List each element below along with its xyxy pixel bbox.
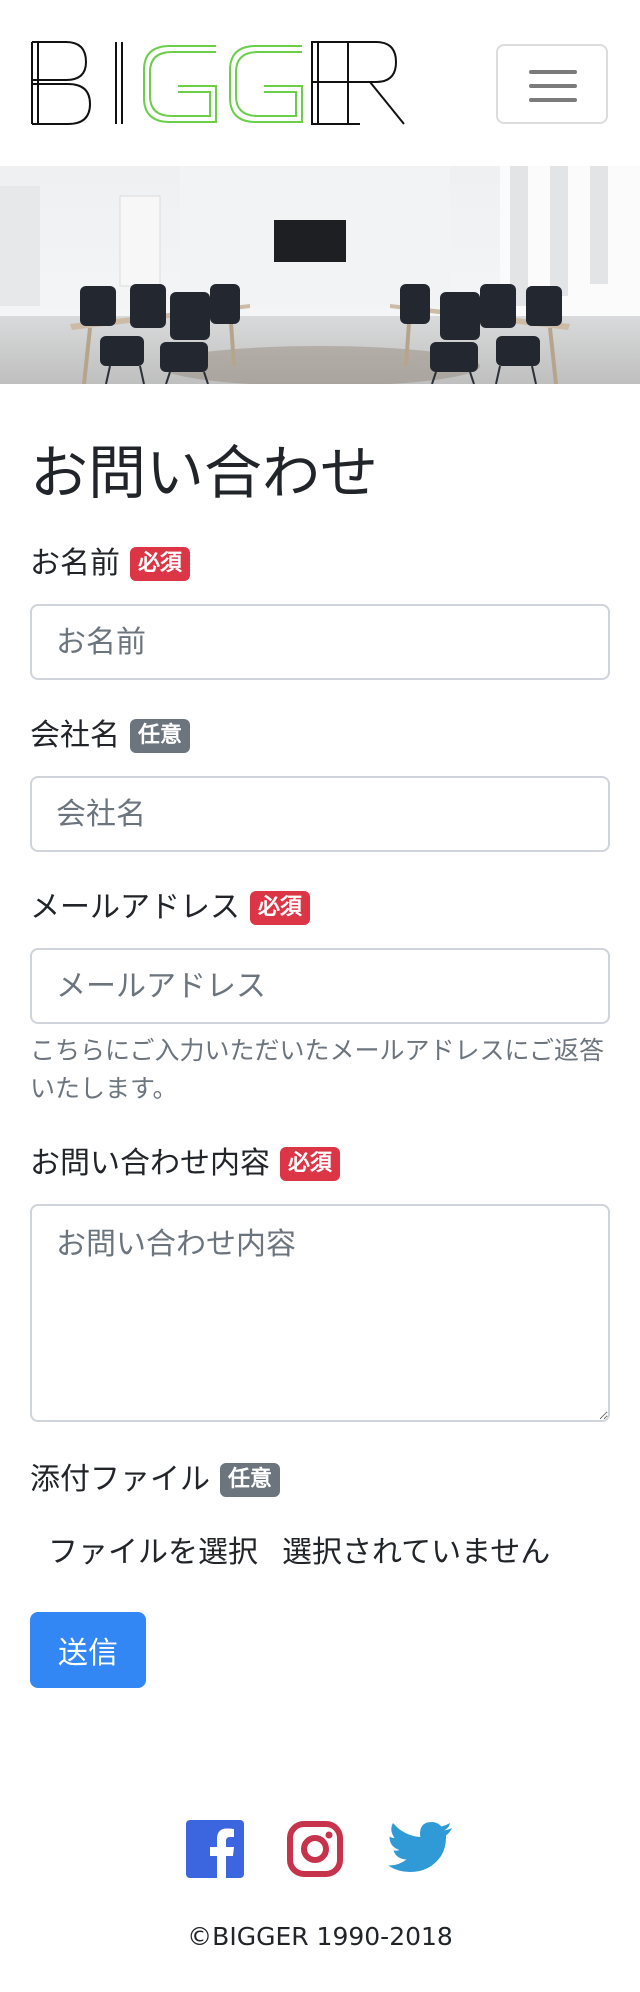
menu-toggle-button[interactable] bbox=[496, 44, 608, 124]
email-input[interactable] bbox=[30, 948, 610, 1024]
name-label: お名前 必須 bbox=[30, 544, 191, 584]
hero-image bbox=[0, 166, 640, 384]
hamburger-icon-line bbox=[529, 70, 577, 74]
attachment-label: 添付ファイル 任意 bbox=[30, 1460, 281, 1500]
email-help-text: こちらにご入力いただいたメールアドレスにご返答いたします。 bbox=[30, 1036, 605, 1103]
page-title: お問い合わせ bbox=[30, 439, 379, 507]
logo-letter-g1 bbox=[143, 45, 217, 123]
logo-letter-g2 bbox=[229, 45, 303, 123]
logo-letter-i bbox=[115, 42, 123, 124]
hamburger-icon-line bbox=[529, 98, 577, 102]
company-label: 会社名 任意 bbox=[30, 716, 191, 756]
twitter-icon bbox=[388, 1822, 452, 1872]
submit-button[interactable]: 送信 bbox=[30, 1612, 146, 1688]
attachment-label-text: 添付ファイル bbox=[30, 1462, 210, 1497]
logo-letter-b bbox=[31, 41, 92, 125]
twitter-link[interactable] bbox=[388, 1820, 454, 1878]
choose-file-button[interactable]: ファイルを選択 bbox=[30, 1527, 276, 1571]
file-status-text: 選択されていません bbox=[282, 1535, 551, 1570]
facebook-icon bbox=[186, 1820, 244, 1878]
name-label-text: お名前 bbox=[30, 546, 120, 581]
copyright-text: ©BIGGER 1990-2018 bbox=[187, 1922, 453, 1951]
name-input[interactable] bbox=[30, 604, 610, 680]
message-label: お問い合わせ内容 必須 bbox=[30, 1144, 341, 1184]
required-badge: 必須 bbox=[280, 1147, 341, 1181]
optional-badge: 任意 bbox=[220, 1463, 281, 1497]
message-textarea[interactable] bbox=[30, 1204, 610, 1422]
navbar bbox=[0, 0, 640, 166]
required-badge: 必須 bbox=[130, 547, 191, 581]
brand-logo[interactable] bbox=[30, 40, 406, 126]
message-label-text: お問い合わせ内容 bbox=[30, 1146, 270, 1181]
logo-letter-r bbox=[347, 41, 405, 125]
optional-badge: 任意 bbox=[130, 719, 191, 753]
company-label-text: 会社名 bbox=[30, 718, 120, 753]
required-badge: 必須 bbox=[250, 891, 311, 925]
file-input: ファイルを選択 選択されていません bbox=[30, 1526, 550, 1572]
email-label: メールアドレス 必須 bbox=[30, 888, 311, 928]
company-input[interactable] bbox=[30, 776, 610, 852]
instagram-icon bbox=[287, 1821, 343, 1877]
hamburger-icon-line bbox=[529, 84, 577, 88]
email-label-text: メールアドレス bbox=[30, 890, 240, 925]
instagram-link[interactable] bbox=[286, 1820, 344, 1878]
facebook-link[interactable] bbox=[186, 1820, 244, 1878]
